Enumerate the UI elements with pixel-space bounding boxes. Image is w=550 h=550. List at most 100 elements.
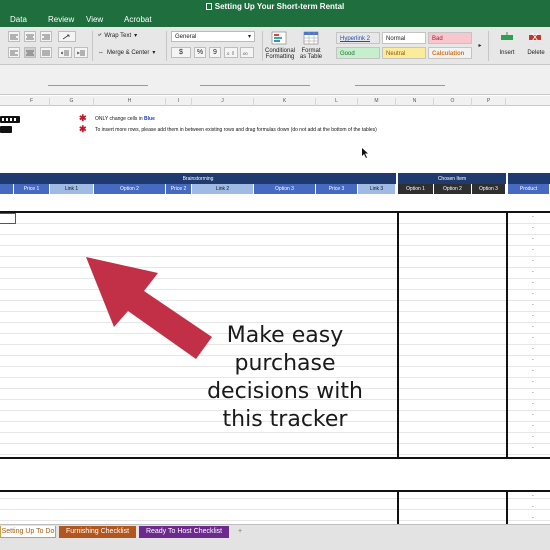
style-calculation[interactable]: Calculation (428, 47, 472, 59)
ribbon: ⤶ Wrap Text ▾ ⇔ Merge & Center ▾ General ▾ $ … (0, 27, 550, 65)
row-gridline (0, 245, 550, 246)
decrease-indent-icon[interactable] (58, 47, 72, 58)
delete-cells-icon[interactable] (524, 30, 546, 44)
justify-icon[interactable] (40, 47, 52, 58)
wrap-text-icon: ⤶ (98, 32, 102, 38)
product-cell-dash: - (532, 225, 534, 231)
format-as-table-button[interactable]: Format as Table (298, 48, 324, 60)
note-insert-rows: ✱ To insert more rows, please add them in… (79, 124, 377, 134)
menu-review[interactable]: Review (38, 13, 76, 27)
ribbon-separator (166, 31, 167, 61)
column-header-l[interactable]: L (316, 98, 358, 106)
header-option2: Option 2 (94, 184, 166, 194)
ribbon-separator (488, 31, 489, 61)
align-center-icon[interactable] (24, 31, 36, 42)
note-line2-text: To insert more rows, please add them in … (95, 127, 377, 133)
name-box[interactable] (48, 82, 148, 86)
comma-button[interactable]: 9 (209, 47, 221, 58)
column-header-h[interactable]: H (94, 98, 166, 106)
conditional-formatting-button[interactable]: Conditional Formatting (264, 48, 296, 60)
column-header-o[interactable]: O (434, 98, 472, 106)
insert-button[interactable]: Insert (496, 50, 518, 56)
tab-setting-up-to-do[interactable]: Setting Up To Do (0, 526, 56, 538)
header-price1: Price 1 (14, 184, 50, 194)
product-cell-dash: - (532, 504, 534, 510)
currency-symbol: $ (179, 49, 183, 56)
table-bottom-border (0, 457, 550, 459)
conditional-formatting-label: Conditional Formatting (264, 48, 296, 60)
menu-data[interactable]: Data (0, 13, 38, 27)
table-group-header: Brainstorming Chosen Item (0, 173, 550, 184)
style-hyperlink2[interactable]: Hyperlink 2 (336, 32, 380, 44)
menu-acrobat[interactable]: Acrobat (114, 13, 152, 27)
note-change-blue: ✱ ONLY change cells in Blue (79, 113, 155, 123)
product-cell-dash: - (532, 302, 534, 308)
worksheet[interactable]: ✱ ONLY change cells in Blue ✱ To insert mo… (0, 107, 550, 524)
product-cell-dash: - (532, 247, 534, 253)
column-header-k[interactable]: K (254, 98, 316, 106)
formula-input-secondary[interactable] (355, 82, 445, 86)
percent-button[interactable]: % (194, 47, 206, 58)
header-link3: Link 3 (358, 184, 396, 194)
header-product: Product (508, 184, 550, 194)
column-header-j[interactable]: J (192, 98, 254, 106)
tab-ready-to-host-checklist[interactable]: Ready To Host Checklist (139, 526, 229, 538)
group-divider (506, 173, 508, 184)
product-cell-dash: - (532, 445, 534, 451)
selected-cell[interactable] (0, 213, 16, 224)
header-link2: Link 2 (192, 184, 254, 194)
align-middle-icon[interactable] (24, 47, 36, 58)
product-cell-dash: - (532, 357, 534, 363)
ribbon-separator (92, 31, 93, 61)
align-left-icon[interactable] (8, 47, 20, 58)
merge-center-label: Merge & Center (107, 49, 150, 56)
merge-center-button[interactable]: ⇔ Merge & Center ▾ (98, 49, 155, 57)
insert-cells-icon[interactable] (496, 30, 518, 44)
column-header-i[interactable]: I (166, 98, 192, 106)
style-normal[interactable]: Normal (382, 32, 426, 44)
product-cell-dash: - (532, 434, 534, 440)
row-gridline (0, 223, 550, 224)
column-header-m[interactable]: M (358, 98, 396, 106)
add-sheet-button[interactable]: + (232, 526, 248, 538)
orientation-icon[interactable] (58, 31, 76, 42)
title-bar: Setting Up Your Short-term Rental Data R… (0, 0, 550, 27)
number-format-select[interactable]: General ▾ (171, 31, 255, 42)
sheet-tabs: Setting Up To Do Furnishing Checklist Re… (0, 524, 550, 550)
wrap-text-label: Wrap Text (104, 32, 132, 39)
align-right-icon[interactable] (40, 31, 52, 42)
increase-indent-icon[interactable] (74, 47, 88, 58)
table-top-border (0, 211, 550, 213)
decrease-decimal-icon[interactable]: .00 (240, 47, 254, 58)
column-headers: F G H I J K L M N O P (0, 96, 550, 106)
chevron-right-icon[interactable]: ▸ (476, 41, 484, 49)
product-cell-dash: - (532, 412, 534, 418)
row-gridline (0, 498, 550, 499)
column-header-g[interactable]: G (50, 98, 94, 106)
conditional-formatting-icon[interactable] (268, 30, 290, 46)
tab-furnishing-checklist[interactable]: Furnishing Checklist (59, 526, 136, 538)
header-chosen-option2: Option 2 (434, 184, 472, 194)
window-title-text: Setting Up Your Short-term Rental (214, 2, 345, 11)
menu-view[interactable]: View (76, 13, 114, 27)
delete-button[interactable]: Delete (524, 50, 548, 56)
document-icon (205, 3, 212, 10)
asterisk-icon: ✱ (79, 124, 87, 134)
wrap-text-button[interactable]: ⤶ Wrap Text ▾ (98, 32, 137, 39)
style-bad[interactable]: Bad (428, 32, 472, 44)
style-good[interactable]: Good (336, 47, 380, 59)
format-as-table-icon[interactable] (300, 30, 322, 46)
product-cell-dash: - (532, 214, 534, 220)
product-cell-dash: - (532, 291, 534, 297)
currency-button[interactable]: $ (171, 47, 191, 58)
product-cell-dash: - (532, 368, 534, 374)
header-blank (0, 184, 14, 194)
format-as-table-label: Format as Table (299, 48, 323, 60)
align-top-left-icon[interactable] (8, 31, 20, 42)
formula-input[interactable] (200, 82, 310, 86)
increase-decimal-icon[interactable]: .0 (224, 47, 238, 58)
column-header-f[interactable]: F (14, 98, 50, 106)
column-header-p[interactable]: P (472, 98, 506, 106)
style-neutral[interactable]: Neutral (382, 47, 426, 59)
column-header-n[interactable]: N (396, 98, 434, 106)
